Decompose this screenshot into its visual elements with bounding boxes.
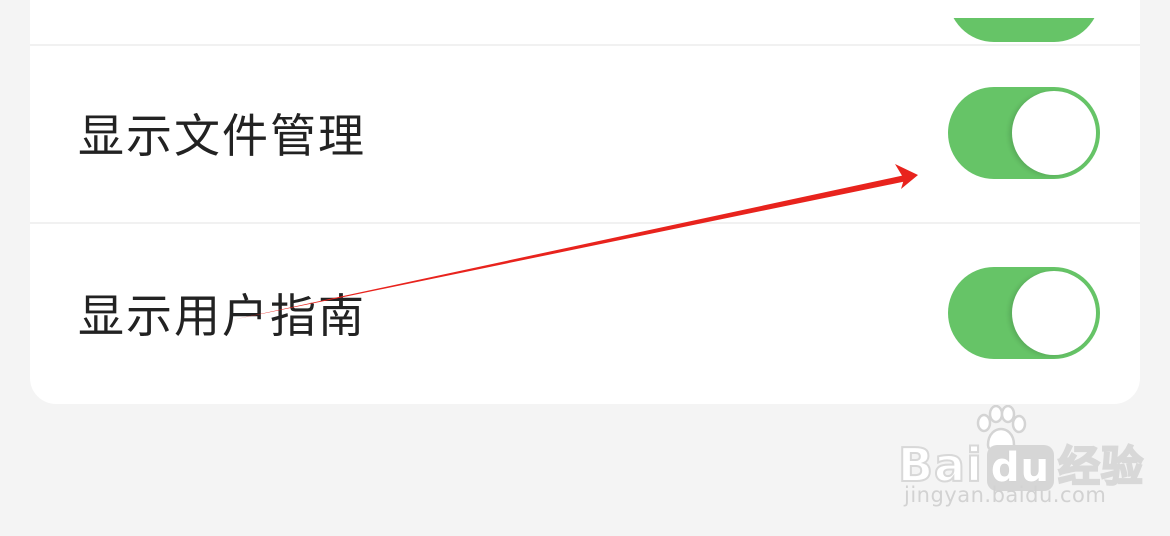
paw-icon [976, 405, 1027, 453]
toggle-knob [1012, 91, 1096, 175]
user-guide-label: 显示用户指南 [78, 289, 366, 343]
settings-row-partial [30, 0, 1140, 44]
settings-row-file-manager[interactable]: 显示文件管理 [30, 44, 1140, 222]
user-guide-toggle[interactable] [948, 267, 1100, 359]
logo-bai: Bai [897, 437, 983, 493]
settings-card: 显示文件管理 显示用户指南 [30, 0, 1140, 404]
settings-row-user-guide[interactable]: 显示用户指南 [30, 224, 1140, 402]
logo-jingyan: 经验 [1057, 441, 1144, 492]
logo-du: du [986, 445, 1054, 491]
toggle-knob [1012, 271, 1096, 355]
file-manager-toggle[interactable] [948, 87, 1100, 179]
watermark-url: jingyan.baidu.com [904, 483, 1107, 507]
file-manager-label: 显示文件管理 [78, 109, 366, 163]
baidu-watermark: Bai du 经验 jingyan.baidu.com [897, 405, 1144, 510]
partial-toggle-switch[interactable] [948, 18, 1100, 42]
partial-toggle-track [948, 18, 1100, 42]
baidu-logo: Bai du 经验 [897, 433, 1144, 494]
